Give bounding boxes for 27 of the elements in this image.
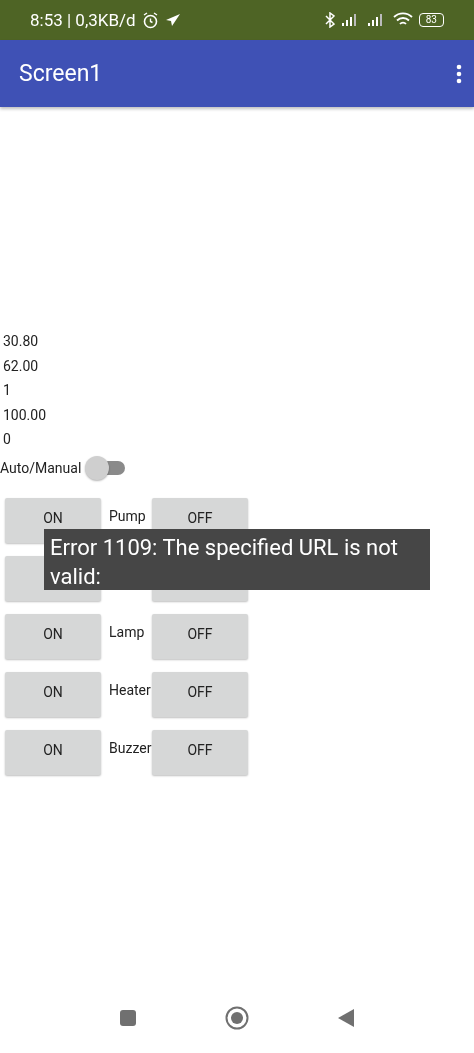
send-icon <box>164 13 181 27</box>
switch-label: Auto/Manual <box>0 459 82 476</box>
device-label: Pump <box>108 507 147 525</box>
device-label: Buzzer <box>108 739 152 757</box>
battery-indicator: 83 <box>418 13 444 27</box>
screen-title: Screen1 <box>19 60 103 87</box>
reading-value: 0 <box>2 430 12 449</box>
off-button[interactable]: OFF <box>152 614 248 659</box>
off-button[interactable]: OFF <box>152 672 248 717</box>
bluetooth-icon <box>324 12 335 28</box>
alarm-clock-icon <box>141 11 159 29</box>
reading-value: 1 <box>2 381 12 400</box>
status-time: 8:53 | 0,3KB/d <box>30 10 136 30</box>
device-label: Lamp <box>108 623 146 641</box>
reading-value: 30.80 <box>2 332 40 351</box>
on-button[interactable]: ON <box>5 614 101 659</box>
reading-value: 62.00 <box>2 356 40 376</box>
back-icon[interactable] <box>337 1007 355 1028</box>
on-button[interactable]: ON <box>5 730 101 775</box>
device-label: Heater <box>108 681 152 699</box>
error-toast: Error 1109: The specified URL is not valid: <box>44 529 430 590</box>
recents-icon[interactable] <box>119 1008 137 1027</box>
off-button[interactable]: OFF <box>152 730 248 775</box>
home-icon[interactable] <box>225 1005 249 1030</box>
more-options-icon[interactable] <box>456 63 462 84</box>
on-button[interactable]: ON <box>5 672 101 717</box>
reading-value: 100.00 <box>2 405 48 425</box>
